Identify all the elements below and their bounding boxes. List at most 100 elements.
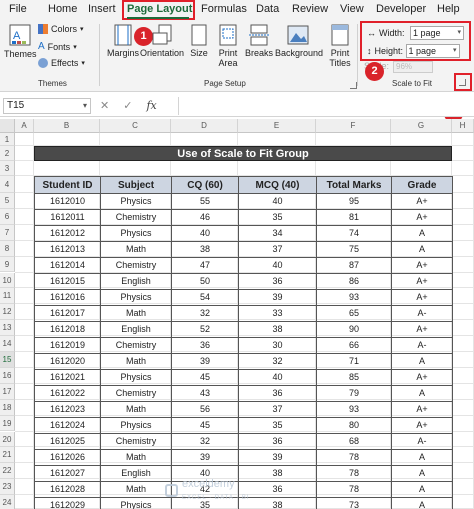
table-cell[interactable]: 54 — [171, 289, 239, 306]
table-cell[interactable]: 1612016 — [34, 289, 101, 306]
row-heading[interactable]: 16 — [0, 367, 15, 384]
row-heading[interactable]: 22 — [0, 463, 15, 480]
table-cell[interactable]: 34 — [238, 225, 317, 242]
scale-to-fit-launcher-icon[interactable] — [459, 79, 466, 86]
width-select[interactable]: 1 page ▾ — [410, 26, 464, 40]
table-cell[interactable]: 1612012 — [34, 225, 101, 242]
table-cell[interactable]: 36 — [238, 273, 317, 290]
table-cell[interactable]: 1612022 — [34, 385, 101, 402]
table-cell[interactable]: English — [100, 273, 172, 290]
table-cell[interactable]: 36 — [238, 433, 317, 450]
table-cell[interactable]: 56 — [171, 401, 239, 418]
table-cell[interactable]: 45 — [171, 417, 239, 434]
column-header[interactable]: Subject — [100, 176, 172, 194]
row-heading[interactable]: 15 — [0, 352, 15, 368]
table-cell[interactable]: 1612026 — [34, 449, 101, 466]
row-heading[interactable]: 3 — [0, 161, 15, 176]
row-heading[interactable]: 1 — [0, 133, 15, 146]
enter-icon[interactable]: ✓ — [123, 99, 132, 112]
table-cell[interactable]: 55 — [171, 193, 239, 210]
themes-button[interactable]: A Themes — [4, 23, 37, 59]
table-cell[interactable]: 1612028 — [34, 481, 101, 498]
table-cell[interactable]: Math — [100, 305, 172, 322]
column-heading[interactable]: A — [15, 119, 34, 133]
table-cell[interactable]: A+ — [391, 401, 453, 418]
column-header[interactable]: MCQ (40) — [238, 176, 317, 194]
table-cell[interactable]: A- — [391, 433, 453, 450]
column-heading[interactable]: G — [391, 119, 452, 133]
row-heading[interactable]: 24 — [0, 495, 15, 509]
table-cell[interactable]: 65 — [316, 305, 392, 322]
table-cell[interactable]: 73 — [316, 497, 392, 509]
colors-button[interactable]: Colors ▾ — [38, 24, 84, 34]
table-cell[interactable]: A — [391, 465, 453, 482]
table-cell[interactable]: 79 — [316, 385, 392, 402]
table-cell[interactable]: Math — [100, 401, 172, 418]
row-heading[interactable]: 21 — [0, 447, 15, 464]
tab-data[interactable]: Data — [256, 3, 279, 15]
table-cell[interactable]: A+ — [391, 417, 453, 434]
table-cell[interactable]: 32 — [171, 433, 239, 450]
table-cell[interactable]: 90 — [316, 321, 392, 338]
table-cell[interactable]: 50 — [171, 273, 239, 290]
height-select[interactable]: 1 page ▾ — [405, 44, 460, 58]
table-cell[interactable]: 36 — [238, 385, 317, 402]
table-cell[interactable]: 46 — [171, 209, 239, 226]
row-heading[interactable]: 18 — [0, 399, 15, 416]
table-cell[interactable]: 95 — [316, 193, 392, 210]
name-box[interactable]: T15 ▾ — [3, 98, 91, 114]
table-cell[interactable]: 1612019 — [34, 337, 101, 354]
table-cell[interactable]: 1612025 — [34, 433, 101, 450]
breaks-button[interactable]: Breaks — [244, 24, 274, 58]
row-heading[interactable]: 13 — [0, 320, 15, 337]
table-cell[interactable]: 78 — [316, 481, 392, 498]
column-heading[interactable]: C — [100, 119, 171, 133]
row-heading[interactable]: 17 — [0, 383, 15, 400]
row-heading[interactable]: 7 — [0, 224, 15, 241]
table-cell[interactable]: 45 — [171, 369, 239, 386]
table-cell[interactable]: 38 — [238, 465, 317, 482]
fonts-button[interactable]: A Fonts ▾ — [38, 41, 77, 52]
table-cell[interactable]: 93 — [316, 401, 392, 418]
table-cell[interactable]: Chemistry — [100, 385, 172, 402]
table-cell[interactable]: Math — [100, 449, 172, 466]
row-heading[interactable]: 23 — [0, 479, 15, 496]
table-cell[interactable]: Physics — [100, 193, 172, 210]
table-cell[interactable]: 1612029 — [34, 497, 101, 509]
formula-input[interactable] — [178, 97, 472, 115]
table-cell[interactable]: 32 — [171, 305, 239, 322]
row-heading[interactable]: 10 — [0, 272, 15, 289]
row-heading[interactable]: 12 — [0, 304, 15, 321]
table-cell[interactable]: 40 — [171, 225, 239, 242]
table-cell[interactable]: 32 — [238, 353, 317, 370]
table-cell[interactable]: Physics — [100, 417, 172, 434]
table-cell[interactable]: 40 — [238, 257, 317, 274]
row-heading[interactable]: 19 — [0, 415, 15, 432]
tab-file[interactable]: File — [9, 3, 27, 15]
table-cell[interactable]: 37 — [238, 401, 317, 418]
row-heading[interactable]: 6 — [0, 208, 15, 225]
table-cell[interactable]: Chemistry — [100, 257, 172, 274]
row-heading[interactable]: 8 — [0, 240, 15, 257]
table-cell[interactable]: A — [391, 385, 453, 402]
table-cell[interactable]: 1612011 — [34, 209, 101, 226]
table-cell[interactable]: A+ — [391, 321, 453, 338]
table-cell[interactable]: A — [391, 497, 453, 509]
table-cell[interactable]: Math — [100, 481, 172, 498]
table-cell[interactable]: 35 — [238, 209, 317, 226]
table-cell[interactable]: Chemistry — [100, 337, 172, 354]
table-cell[interactable]: 80 — [316, 417, 392, 434]
row-heading[interactable]: 9 — [0, 256, 15, 273]
print-titles-button[interactable]: Print Titles — [324, 24, 356, 68]
select-all-corner[interactable] — [0, 119, 15, 133]
table-cell[interactable]: English — [100, 465, 172, 482]
column-header[interactable]: Grade — [391, 176, 453, 194]
table-cell[interactable]: 1612023 — [34, 401, 101, 418]
table-cell[interactable]: 86 — [316, 273, 392, 290]
table-cell[interactable]: 39 — [171, 353, 239, 370]
table-cell[interactable]: 78 — [316, 465, 392, 482]
table-cell[interactable]: A+ — [391, 209, 453, 226]
table-cell[interactable]: 40 — [238, 369, 317, 386]
background-button[interactable]: Background — [275, 24, 323, 58]
column-heading[interactable]: E — [238, 119, 316, 133]
